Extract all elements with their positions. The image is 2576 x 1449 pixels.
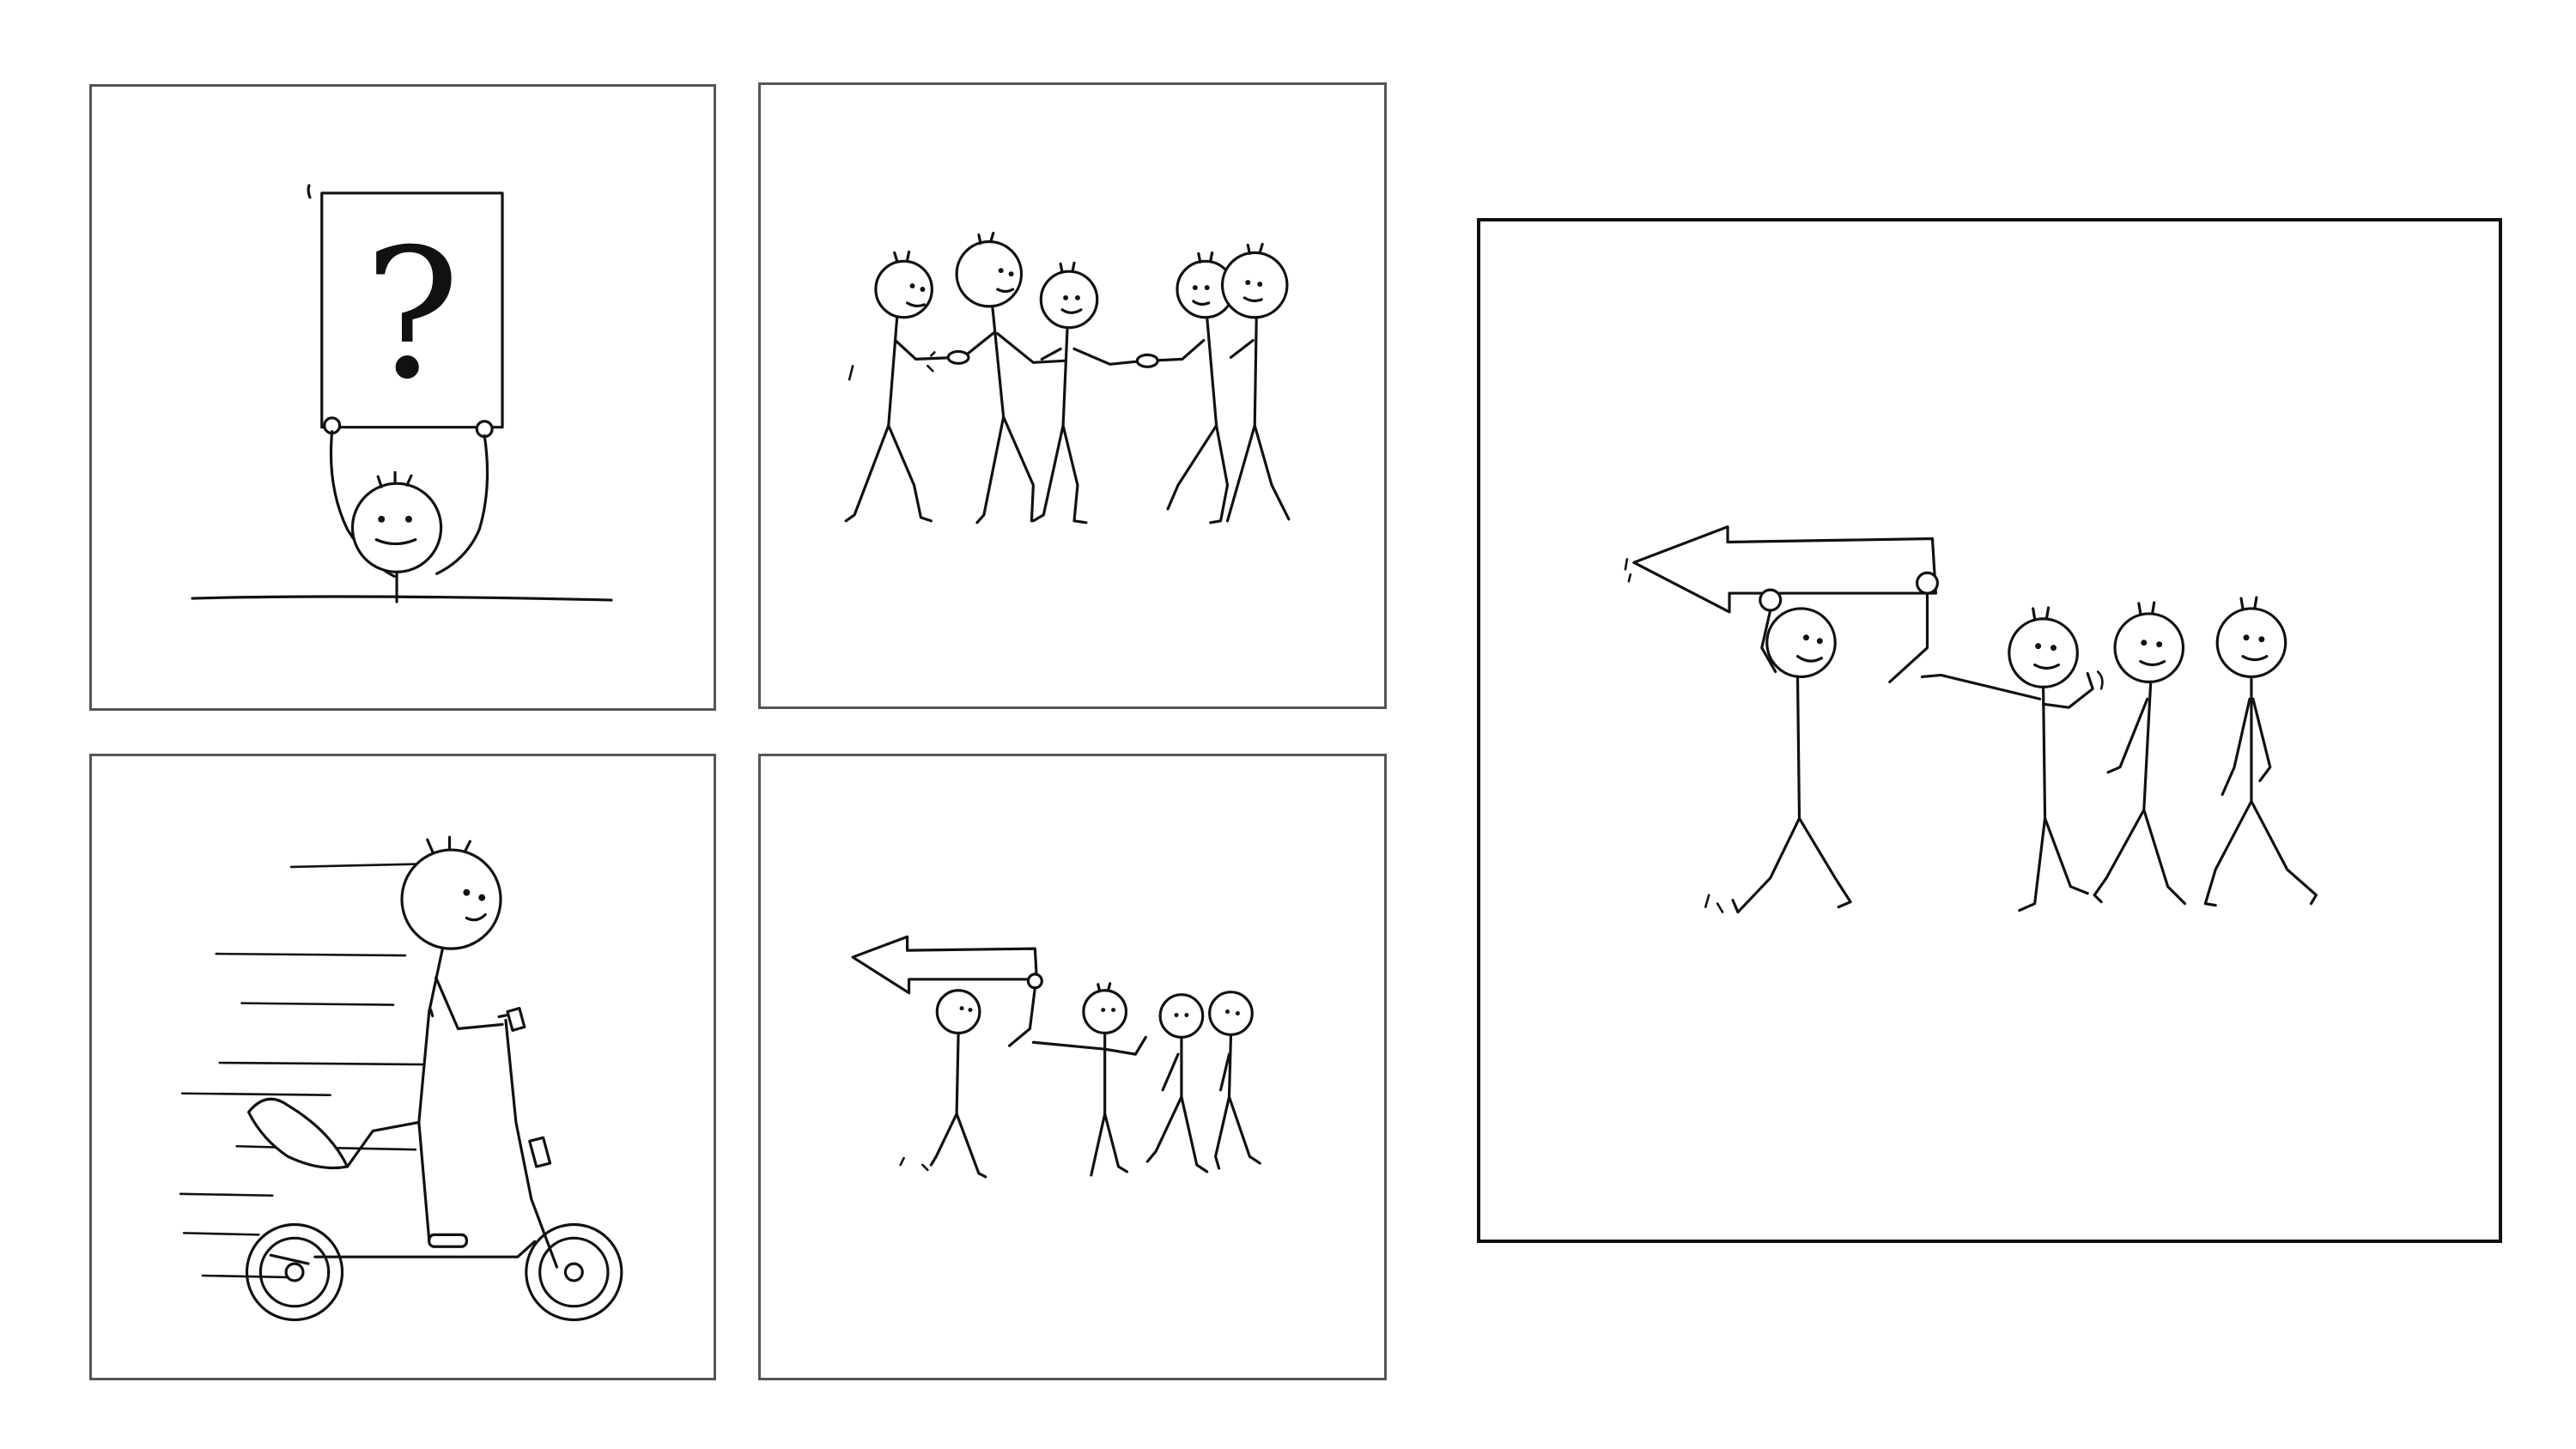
panel-scooter-rider	[89, 754, 716, 1380]
stick-figure-scooter-icon	[179, 835, 623, 1322]
stick-figure-arrow-icon	[851, 935, 1261, 1179]
panel-arrow-leader-large	[1477, 218, 2502, 1243]
question-mark-text: ?	[364, 211, 460, 419]
stick-figure-holding-sign-icon: ?	[191, 184, 613, 603]
stick-figure-arrow-icon-large	[1624, 525, 2318, 914]
panel-group-holding-hands	[758, 82, 1387, 709]
panel-question-sign: ?	[89, 84, 716, 711]
stick-figure-group-icon	[844, 231, 1291, 524]
panel-arrow-leader-small	[758, 754, 1387, 1380]
